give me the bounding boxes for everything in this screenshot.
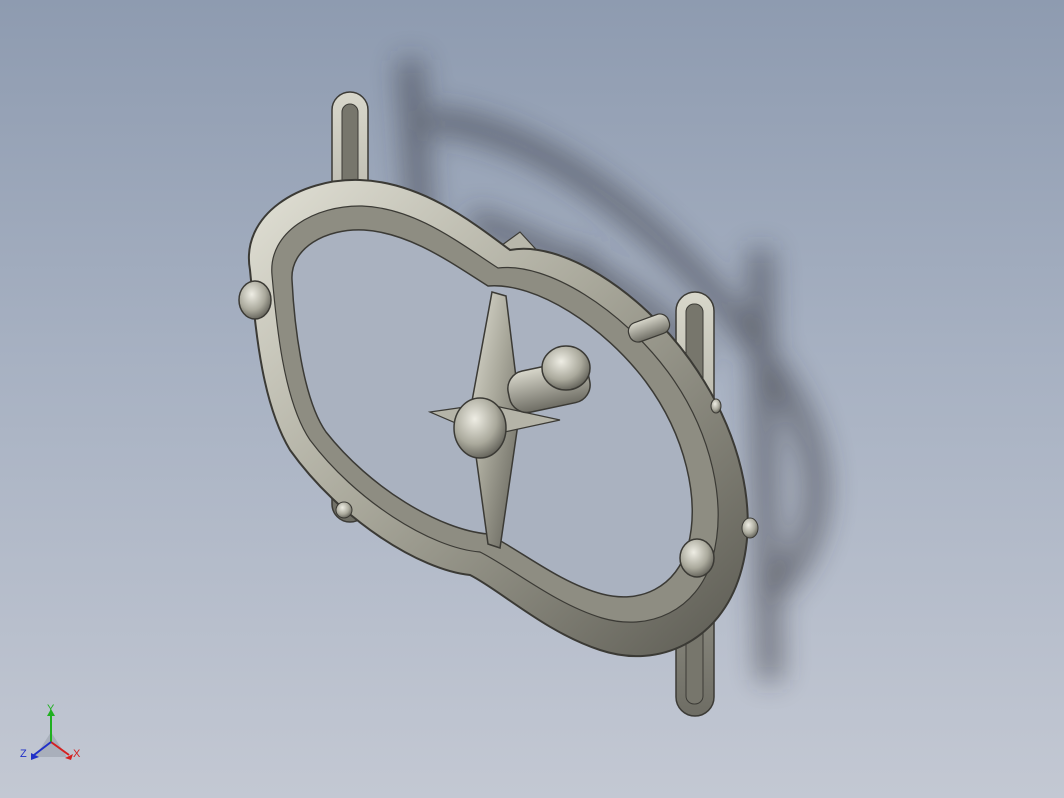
3d-model-view[interactable]	[0, 0, 1064, 798]
y-axis-label: Y	[47, 703, 55, 715]
x-axis-label: X	[73, 748, 81, 760]
z-axis-label: Z	[20, 748, 27, 760]
cad-viewport[interactable]: Y Z X	[0, 0, 1064, 798]
orientation-triad[interactable]: Y Z X	[18, 702, 90, 774]
